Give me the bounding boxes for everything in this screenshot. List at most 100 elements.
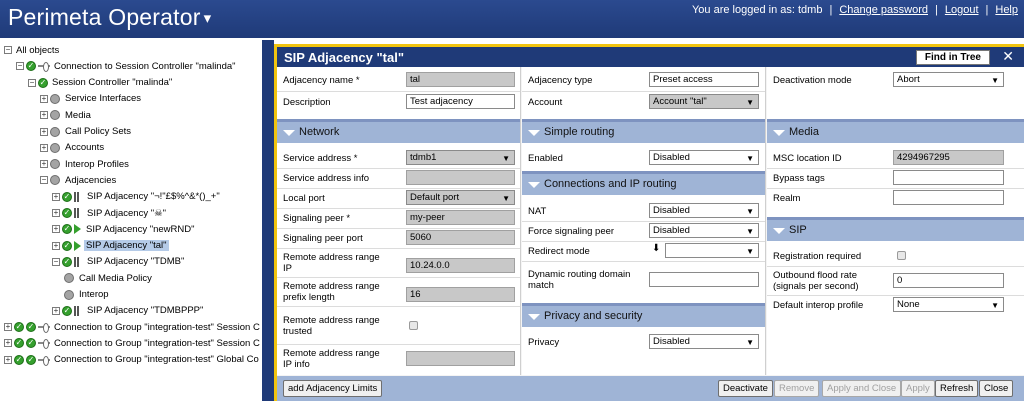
force-signaling-select[interactable]: Disabled ▼ xyxy=(649,223,759,238)
deactivation-mode-select[interactable]: Abort ▼ xyxy=(893,72,1004,87)
sip-section-header[interactable]: SIP xyxy=(767,217,1024,241)
apply-button[interactable]: Apply xyxy=(901,380,935,397)
simple-routing-enabled-select[interactable]: Disabled ▼ xyxy=(649,150,759,165)
remove-button[interactable]: Remove xyxy=(774,380,820,397)
tree-item[interactable]: + Accounts xyxy=(40,140,106,156)
service-address-info-field[interactable] xyxy=(406,170,515,185)
tree-item[interactable]: − Adjacencies xyxy=(40,172,118,188)
expand-icon[interactable]: + xyxy=(52,241,60,250)
tree-item[interactable]: + ✓ SIP Adjacency "TDMBPPP" xyxy=(52,303,205,319)
label-line: Dynamic routing domain xyxy=(528,269,631,280)
tree-item[interactable]: Interop xyxy=(64,287,111,303)
redirect-mode-select[interactable]: ▼ xyxy=(665,243,759,258)
label-line: Remote address range xyxy=(283,348,380,359)
deactivate-button[interactable]: Deactivate xyxy=(718,380,773,397)
signaling-peer-field[interactable]: my-peer xyxy=(406,210,515,225)
collapse-icon[interactable]: − xyxy=(16,62,24,71)
tree-item-label: SIP Adjacency "TDMB" xyxy=(87,256,185,268)
close-icon[interactable]: ✕ xyxy=(1002,48,1014,65)
remote-range-prefix-field[interactable]: 16 xyxy=(406,287,515,302)
help-link[interactable]: Help xyxy=(995,4,1018,16)
collapse-icon[interactable]: − xyxy=(40,176,48,185)
media-section-title: Media xyxy=(789,126,819,138)
tree-item[interactable]: + ✓ SIP Adjacency "¬!"£$%^&*()_+" xyxy=(52,189,222,205)
dropdown-arrow-icon: ▼ xyxy=(746,207,754,216)
flood-rate-field[interactable]: 0 xyxy=(893,273,1004,288)
expand-icon[interactable]: + xyxy=(52,225,60,234)
splitter[interactable] xyxy=(262,40,274,401)
expand-icon[interactable]: + xyxy=(52,192,60,201)
signaling-peer-port-field[interactable]: 5060 xyxy=(406,230,515,245)
tree-item[interactable]: + Service Interfaces xyxy=(40,91,143,107)
connections-section-header[interactable]: Connections and IP routing xyxy=(522,171,765,195)
expand-icon[interactable]: + xyxy=(4,339,12,348)
adjacency-type-select[interactable]: Preset access xyxy=(649,72,759,87)
find-in-tree-button[interactable]: Find in Tree xyxy=(915,50,990,65)
status-ok-icon: ✓ xyxy=(14,338,24,349)
expand-icon[interactable]: + xyxy=(40,143,48,152)
privacy-section-header[interactable]: Privacy and security xyxy=(522,303,765,327)
tree-item[interactable]: + ✓ ✓ Connection to Group "integration-test… xyxy=(4,352,261,368)
nat-select[interactable]: Disabled ▼ xyxy=(649,203,759,218)
local-port-select[interactable]: Default port ▼ xyxy=(406,190,515,205)
adjacency-name-field[interactable]: tal xyxy=(406,72,515,87)
expand-icon[interactable]: + xyxy=(40,127,48,136)
remote-range-trusted-checkbox[interactable] xyxy=(409,321,418,330)
tree-item[interactable]: + Call Policy Sets xyxy=(40,124,133,140)
panel-title: SIP Adjacency "tal" xyxy=(284,50,404,65)
tree-item[interactable]: + ✓ ✓ Connection to Group "integration-test… xyxy=(4,335,262,351)
remote-range-trusted-label: Remote address range trusted xyxy=(283,315,380,337)
folder-status-icon xyxy=(50,126,60,137)
description-field[interactable]: Test adjacency xyxy=(406,94,515,109)
tree-item[interactable]: − ✓ SIP Adjacency "TDMB" xyxy=(52,254,186,270)
tree-item[interactable]: − All objects xyxy=(4,42,61,58)
expand-icon[interactable]: + xyxy=(40,160,48,169)
expand-icon[interactable]: + xyxy=(4,355,12,364)
collapse-icon[interactable]: − xyxy=(28,78,36,87)
tree-item[interactable]: − ✓ Session Controller "malinda" xyxy=(28,75,174,91)
privacy-select[interactable]: Disabled ▼ xyxy=(649,334,759,349)
tree-item[interactable]: + ✓ SIP Adjacency "tal" xyxy=(52,238,169,254)
expand-icon[interactable]: + xyxy=(40,111,48,120)
collapse-icon[interactable]: − xyxy=(52,257,60,266)
tree-item[interactable]: + Media xyxy=(40,107,93,123)
logout-link[interactable]: Logout xyxy=(945,4,979,16)
remote-range-info-field[interactable] xyxy=(406,351,515,366)
tree-item[interactable]: + ✓ SIP Adjacency "newRND" xyxy=(52,221,196,237)
app-title-menu[interactable]: Perimeta Operator ▾ xyxy=(8,4,211,31)
apply-and-close-button[interactable]: Apply and Close xyxy=(822,380,902,397)
tree-item[interactable]: + ✓ ✓ Connection to Group "integration-test… xyxy=(4,319,262,335)
tree-item[interactable]: + Interop Profiles xyxy=(40,156,131,172)
dynamic-routing-field[interactable] xyxy=(649,272,759,287)
registration-required-checkbox[interactable] xyxy=(897,251,906,260)
default-interop-select[interactable]: None ▼ xyxy=(893,297,1004,312)
collapse-triangle-icon xyxy=(528,314,540,320)
tree-item[interactable]: Call Media Policy xyxy=(64,270,154,286)
media-section-header[interactable]: Media xyxy=(767,119,1024,143)
tree-item[interactable]: + ✓ SIP Adjacency "☠" xyxy=(52,205,168,221)
service-address-select[interactable]: tdmb1 ▼ xyxy=(406,150,515,165)
description-label: Description xyxy=(283,97,331,108)
expand-icon[interactable]: + xyxy=(52,209,60,217)
remote-range-ip-field[interactable]: 10.24.0.0 xyxy=(406,258,515,273)
change-password-link[interactable]: Change password xyxy=(839,4,928,16)
account-select[interactable]: Account "tal" ▼ xyxy=(649,94,759,109)
label-line: IP info xyxy=(283,359,310,370)
dropdown-arrow-icon: ▼ xyxy=(502,194,510,203)
expand-icon[interactable]: + xyxy=(4,323,12,332)
close-button[interactable]: Close xyxy=(979,380,1014,397)
realm-field[interactable] xyxy=(893,190,1004,205)
expand-icon[interactable]: + xyxy=(40,94,48,103)
add-adjacency-limits-button[interactable]: add Adjacency Limits xyxy=(283,380,383,397)
expand-icon[interactable]: + xyxy=(52,306,60,315)
bypass-tags-field[interactable] xyxy=(893,170,1004,185)
network-section-header[interactable]: Network xyxy=(277,119,520,143)
collapse-icon[interactable]: − xyxy=(4,46,12,54)
simple-routing-section-header[interactable]: Simple routing xyxy=(522,119,765,143)
tree-item[interactable]: − ✓ Connection to Session Controller "mali… xyxy=(16,58,238,74)
msc-location-field[interactable]: 4294967295 xyxy=(893,150,1004,165)
divider xyxy=(522,241,765,242)
refresh-button[interactable]: Refresh xyxy=(935,380,979,397)
status-ok-icon: ✓ xyxy=(62,305,72,316)
connection-icon xyxy=(38,355,50,366)
